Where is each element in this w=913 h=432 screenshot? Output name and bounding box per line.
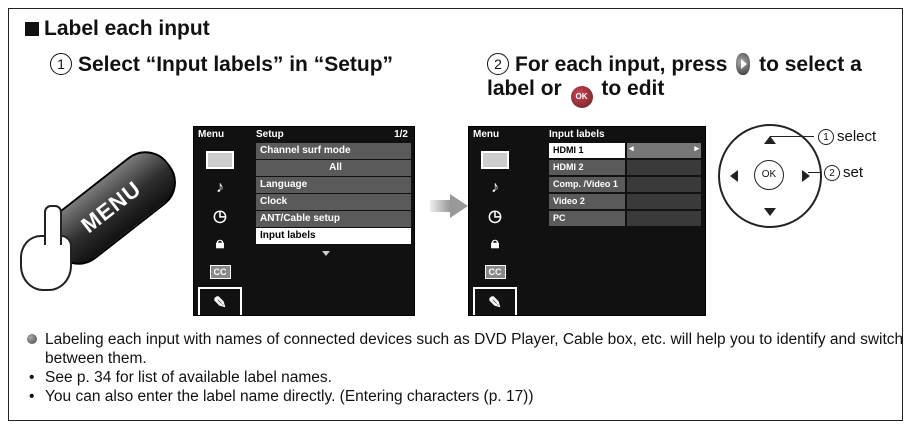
music-note-icon: ♪ [216, 178, 224, 196]
step-1-number: 1 [50, 53, 72, 75]
menu-icon-column: ♪ ◷ 🔒︎ CC ✎ [473, 147, 517, 315]
ok-button-icon: OK [570, 86, 593, 108]
lock-icon: 🔒︎ [215, 234, 225, 252]
step-1: 1 Select “Input labels” in “Setup” [50, 53, 393, 77]
menu-item: Language [256, 177, 411, 193]
wrench-icon: ✎ [473, 287, 517, 315]
screen-header: Menu Setup 1/2 [194, 129, 414, 141]
lock-icon: 🔒︎ [490, 234, 500, 252]
input-list: HDMI 1 HDMI 2 Comp. /Video 1 Video 2 PC [549, 143, 625, 228]
flow-arrow-icon [430, 194, 468, 218]
pointing-hand-icon [20, 205, 72, 291]
note-item: Labeling each input with names of connec… [27, 330, 913, 368]
menu-item: ANT/Cable setup [256, 211, 411, 227]
input-item-selected: HDMI 1 [549, 143, 625, 158]
note-text: You can also enter the label name direct… [45, 388, 534, 405]
down-arrow-icon [764, 208, 776, 216]
menu-item-value: All [256, 160, 411, 176]
label-value [627, 160, 701, 175]
menu-item: Clock [256, 194, 411, 210]
step-2: 2 For each input, press to select a label… [487, 53, 907, 108]
menu-label: Menu [198, 129, 225, 140]
tv-icon [473, 147, 517, 172]
step-2-number: 2 [487, 53, 509, 75]
cc-icon: CC [473, 259, 517, 284]
menu-label: Menu [473, 129, 500, 140]
callout-number: 1 [818, 128, 834, 145]
dot-bullet-icon: • [29, 369, 35, 386]
callout-label: set [843, 164, 864, 181]
section-title: Label each input [25, 17, 210, 41]
input-item: PC [549, 211, 625, 226]
screen-header: Menu Input labels [469, 129, 705, 141]
setup-item-list: Channel surf mode All Language Clock ANT… [256, 143, 411, 245]
ok-button: OK [754, 160, 784, 190]
callout-label: select [837, 128, 877, 145]
section-title-text: Label each input [44, 17, 210, 40]
select-callout: 1 select [770, 128, 876, 145]
callout-line [808, 171, 820, 174]
note-item: • See p. 34 for list of available label … [27, 368, 913, 387]
callout-line [770, 135, 814, 138]
callout-number: 2 [824, 164, 840, 181]
page-indicator: 1/2 [394, 129, 408, 140]
screen-title: Setup [256, 129, 284, 140]
round-bullet-icon [27, 334, 37, 344]
clock-icon: ◷ [488, 207, 502, 225]
label-value [627, 177, 701, 192]
menu-icon-column: ♪ ◷ 🔒︎ CC ✎ [198, 147, 242, 315]
screen-title: Input labels [549, 129, 605, 140]
menu-item-selected: Input labels [256, 228, 411, 244]
input-item: Video 2 [549, 194, 625, 209]
dot-bullet-icon: • [29, 388, 35, 405]
setup-menu-screen: Menu Setup 1/2 ♪ ◷ 🔒︎ CC ✎ Channel surf … [193, 126, 415, 316]
left-arrow-icon [730, 170, 738, 182]
input-item: HDMI 2 [549, 160, 625, 175]
note-item: • You can also enter the label name dire… [27, 387, 913, 406]
step-2-text-a: For each input, press [515, 53, 728, 76]
input-labels-screen: Menu Input labels ♪ ◷ 🔒︎ CC ✎ HDMI 1 HDM… [468, 126, 706, 316]
square-bullet-icon [25, 22, 39, 36]
tv-icon [198, 147, 242, 172]
step-1-text: Select “Input labels” in “Setup” [78, 53, 394, 76]
cc-icon: CC [198, 259, 242, 284]
note-text: Labeling each input with names of connec… [45, 331, 904, 367]
label-selector [627, 143, 701, 158]
label-value [627, 194, 701, 209]
music-note-icon: ♪ [491, 178, 499, 196]
notes: Labeling each input with names of connec… [27, 330, 913, 406]
menu-item: Channel surf mode [256, 143, 411, 159]
clock-icon: ◷ [213, 207, 227, 225]
label-value-column [627, 143, 701, 228]
step-2-text-c: to edit [601, 77, 665, 100]
note-text: See p. 34 for list of available label na… [45, 369, 332, 386]
right-arrow-button-icon [736, 53, 751, 75]
scroll-down-icon [322, 251, 330, 256]
input-item: Comp. /Video 1 [549, 177, 625, 192]
wrench-icon: ✎ [198, 287, 242, 315]
set-callout: 2 set [808, 164, 863, 181]
label-value [627, 211, 701, 226]
